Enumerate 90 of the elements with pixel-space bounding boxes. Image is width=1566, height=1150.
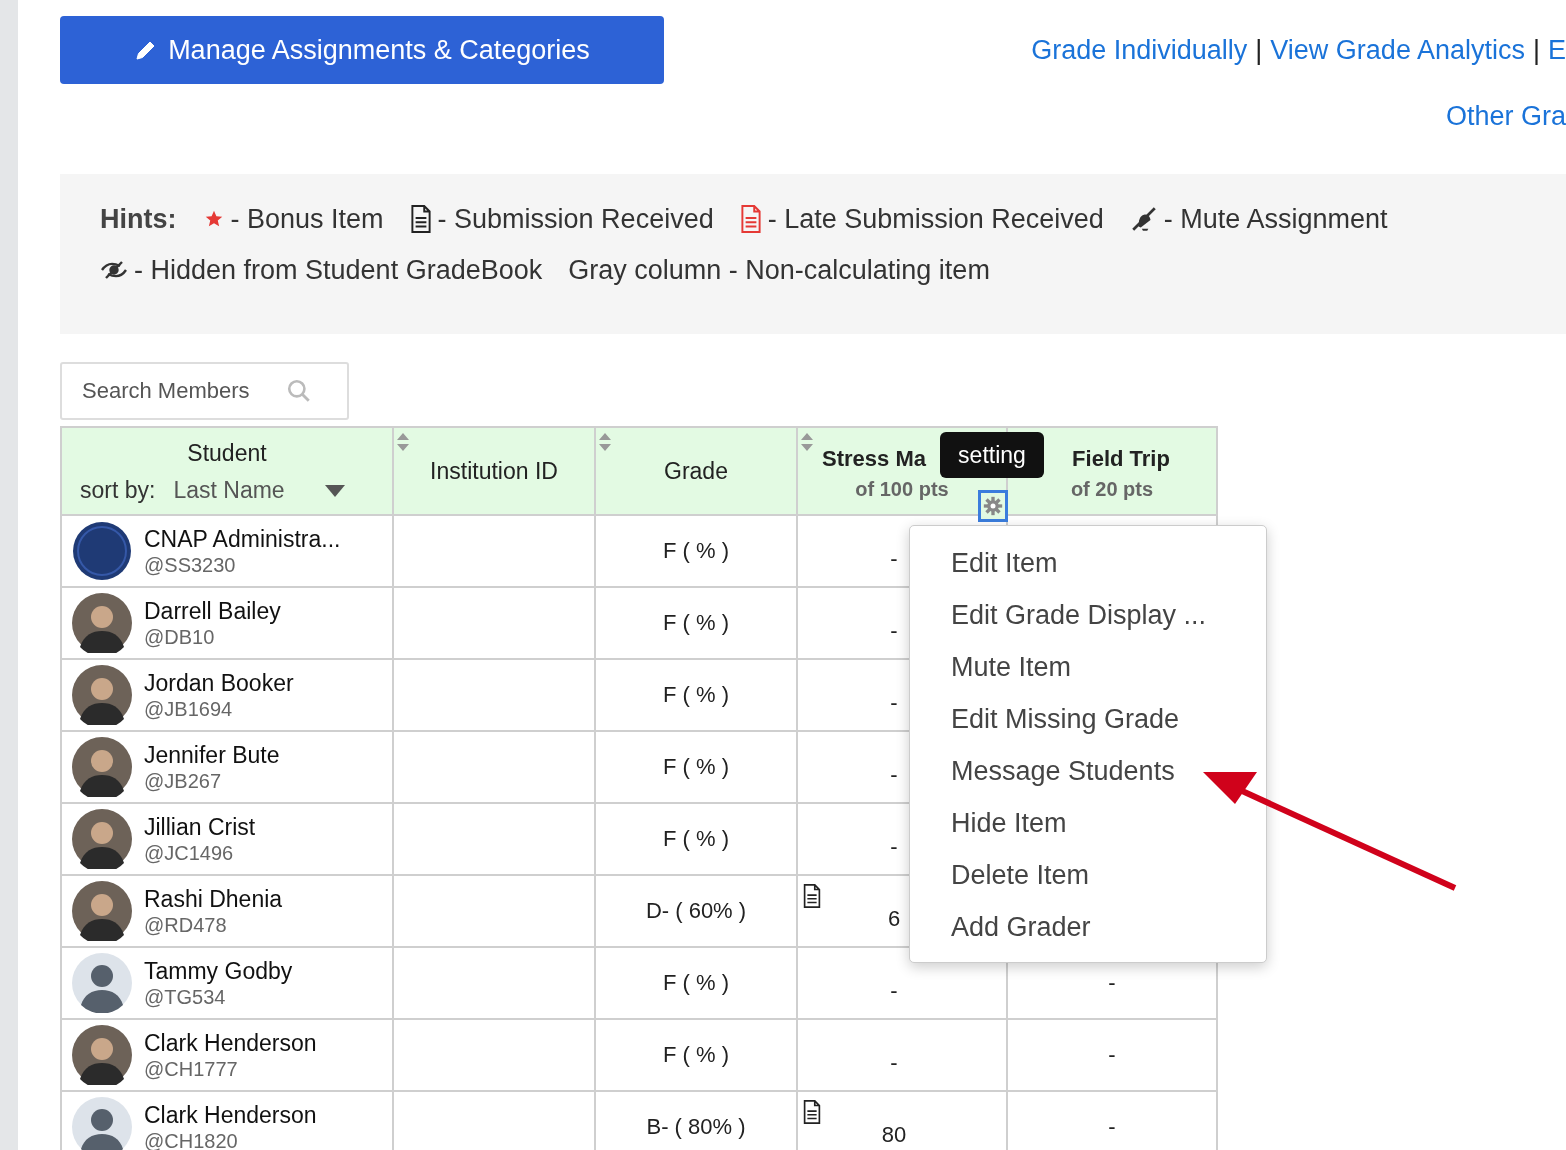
hints-label: Hints: [100, 203, 177, 236]
student-handle: @JB1694 [144, 696, 234, 721]
settings-button[interactable] [978, 490, 1008, 522]
sort-icon[interactable] [396, 432, 410, 452]
menu-item[interactable]: Mute Item [951, 644, 1266, 696]
menu-item[interactable]: Edit Grade Display ... [951, 592, 1266, 644]
score-text: - [890, 546, 898, 571]
menu-item[interactable]: Delete Item [951, 852, 1266, 904]
avatar [72, 1025, 132, 1085]
search-field[interactable]: Search Members [60, 362, 349, 420]
student-handle: @RD478 [144, 912, 228, 937]
column-title: Grade [663, 457, 729, 485]
score-text: - [1108, 1042, 1116, 1067]
grade-text: F ( % ) [663, 970, 729, 995]
sort-icon[interactable] [800, 432, 814, 452]
grade-text: F ( % ) [663, 682, 729, 707]
student-handle: @JC1496 [144, 840, 235, 865]
hint-text: Gray column - Non-calculating item [568, 254, 990, 287]
avatar [72, 881, 132, 941]
search-icon [286, 378, 312, 404]
student-name[interactable]: Darrell Bailey [144, 597, 281, 625]
score-text: - [890, 978, 898, 1003]
student-name[interactable]: Rashi Dhenia [144, 885, 283, 913]
column-title: Student [186, 440, 268, 467]
student-name[interactable]: Tammy Godby [144, 957, 293, 985]
manage-assignments-button[interactable]: Manage Assignments & Categories [60, 16, 664, 84]
student-name[interactable]: Jillian Crist [144, 813, 256, 841]
student-name[interactable]: Jordan Booker [144, 669, 294, 697]
tooltip: setting [940, 432, 1044, 478]
link-separator: | [1532, 34, 1540, 66]
student-name[interactable]: Jennifer Bute [144, 741, 280, 769]
score-text: - [890, 618, 898, 643]
hint-text: - Late Submission Received [767, 203, 1104, 236]
document-icon [802, 1100, 822, 1124]
student-handle: @SS3230 [144, 552, 237, 577]
student-handle: @TG534 [144, 984, 227, 1009]
document-icon [409, 205, 432, 233]
header-link[interactable]: E [1548, 34, 1566, 66]
grade-text: F ( % ) [663, 754, 729, 779]
late-document-icon [739, 205, 762, 233]
menu-item[interactable]: Add Grader [951, 904, 1266, 956]
avatar [72, 953, 132, 1013]
avatar [72, 737, 132, 797]
sort-dropdown[interactable]: Last Name [173, 477, 345, 504]
hidden-eye-icon [100, 260, 128, 280]
sort-label: sort by: [80, 477, 156, 504]
grade-text: F ( % ) [663, 826, 729, 851]
student-name[interactable]: Clark Henderson [144, 1029, 317, 1057]
student-name[interactable]: Clark Henderson [144, 1101, 317, 1129]
student-handle: @DB10 [144, 624, 216, 649]
logo-icon [72, 521, 132, 581]
score-text: - [890, 690, 898, 715]
menu-item[interactable]: Edit Missing Grade [951, 696, 1266, 748]
header-link[interactable]: Grade Individually [1031, 34, 1248, 66]
avatar [72, 809, 132, 869]
score-text: - [1108, 970, 1116, 995]
student-name[interactable]: CNAP Administra... [144, 525, 341, 553]
sort-icon[interactable] [598, 432, 612, 452]
grade-text: F ( % ) [663, 1042, 729, 1067]
menu-item[interactable]: Edit Item [951, 540, 1266, 592]
avatar [72, 665, 132, 725]
student-handle: @CH1820 [144, 1128, 239, 1150]
student-handle: @JB267 [144, 768, 222, 793]
score-text: 80 [881, 1122, 907, 1147]
column-title: Institution ID [429, 457, 559, 485]
hint-text: - Mute Assignment [1163, 203, 1388, 236]
avatar [72, 593, 132, 653]
grade-text: F ( % ) [663, 538, 729, 563]
score-text: - [1108, 1114, 1116, 1139]
hint-text: - Bonus Item [230, 203, 384, 236]
score-text: - [890, 1050, 898, 1075]
student-handle: @CH1777 [144, 1056, 239, 1081]
link-separator: | [1255, 34, 1263, 66]
menu-item[interactable]: Message Students [951, 748, 1266, 800]
menu-item[interactable]: Hide Item [951, 800, 1266, 852]
score-text: - [890, 834, 898, 859]
avatar [72, 1097, 132, 1150]
score-text: - [890, 762, 898, 787]
hint-text: - Submission Received [437, 203, 714, 236]
header-link[interactable]: Other Gra [1445, 98, 1566, 134]
grade-text: B- ( 80% ) [646, 1114, 746, 1139]
grade-text: D- ( 60% ) [645, 898, 747, 923]
header-link[interactable]: View Grade Analytics [1270, 34, 1525, 66]
grade-text: F ( % ) [663, 610, 729, 635]
document-icon [802, 884, 822, 908]
points-label: of 100 pts [854, 477, 950, 501]
caret-icon [324, 484, 345, 497]
points-label: of 20 pts [1069, 477, 1155, 501]
score-text: 6 [887, 906, 901, 931]
hint-text: - Hidden from Student GradeBook [134, 254, 543, 287]
